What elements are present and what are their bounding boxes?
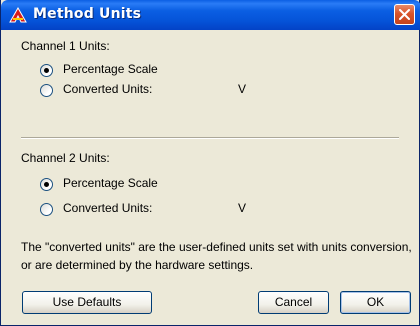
channel-2-heading: Channel 2 Units:	[21, 151, 110, 165]
units-note: The "converted units" are the user-defin…	[21, 240, 412, 272]
channel-1-percentage-radio[interactable]	[40, 64, 53, 77]
use-defaults-button[interactable]: Use Defaults	[22, 291, 152, 314]
title-bar[interactable]: Method Units	[1, 0, 420, 30]
ok-button[interactable]: OK	[340, 291, 411, 314]
section-divider	[21, 137, 399, 139]
app-logo-icon	[9, 7, 27, 23]
channel-2-converted-label[interactable]: Converted Units:	[63, 201, 152, 215]
channel-2-percentage-label[interactable]: Percentage Scale	[63, 176, 158, 190]
cancel-button[interactable]: Cancel	[258, 291, 329, 314]
window-title: Method Units	[33, 6, 142, 22]
channel-1-converted-label[interactable]: Converted Units:	[63, 82, 152, 96]
close-button[interactable]	[394, 4, 415, 25]
channel-1-percentage-label[interactable]: Percentage Scale	[63, 62, 158, 76]
channel-1-unit: V	[238, 82, 247, 96]
channel-2-converted-radio[interactable]	[40, 203, 53, 216]
channel-1-converted-radio[interactable]	[40, 84, 53, 97]
channel-2-percentage-radio[interactable]	[40, 178, 53, 191]
close-icon	[399, 9, 410, 20]
channel-2-unit: V	[238, 201, 247, 215]
dialog-body: Channel 1 Units: Percentage Scale Conver…	[1, 30, 419, 325]
method-units-dialog: Method Units Channel 1 Units: Percentage…	[0, 0, 420, 326]
channel-1-heading: Channel 1 Units:	[21, 39, 110, 53]
